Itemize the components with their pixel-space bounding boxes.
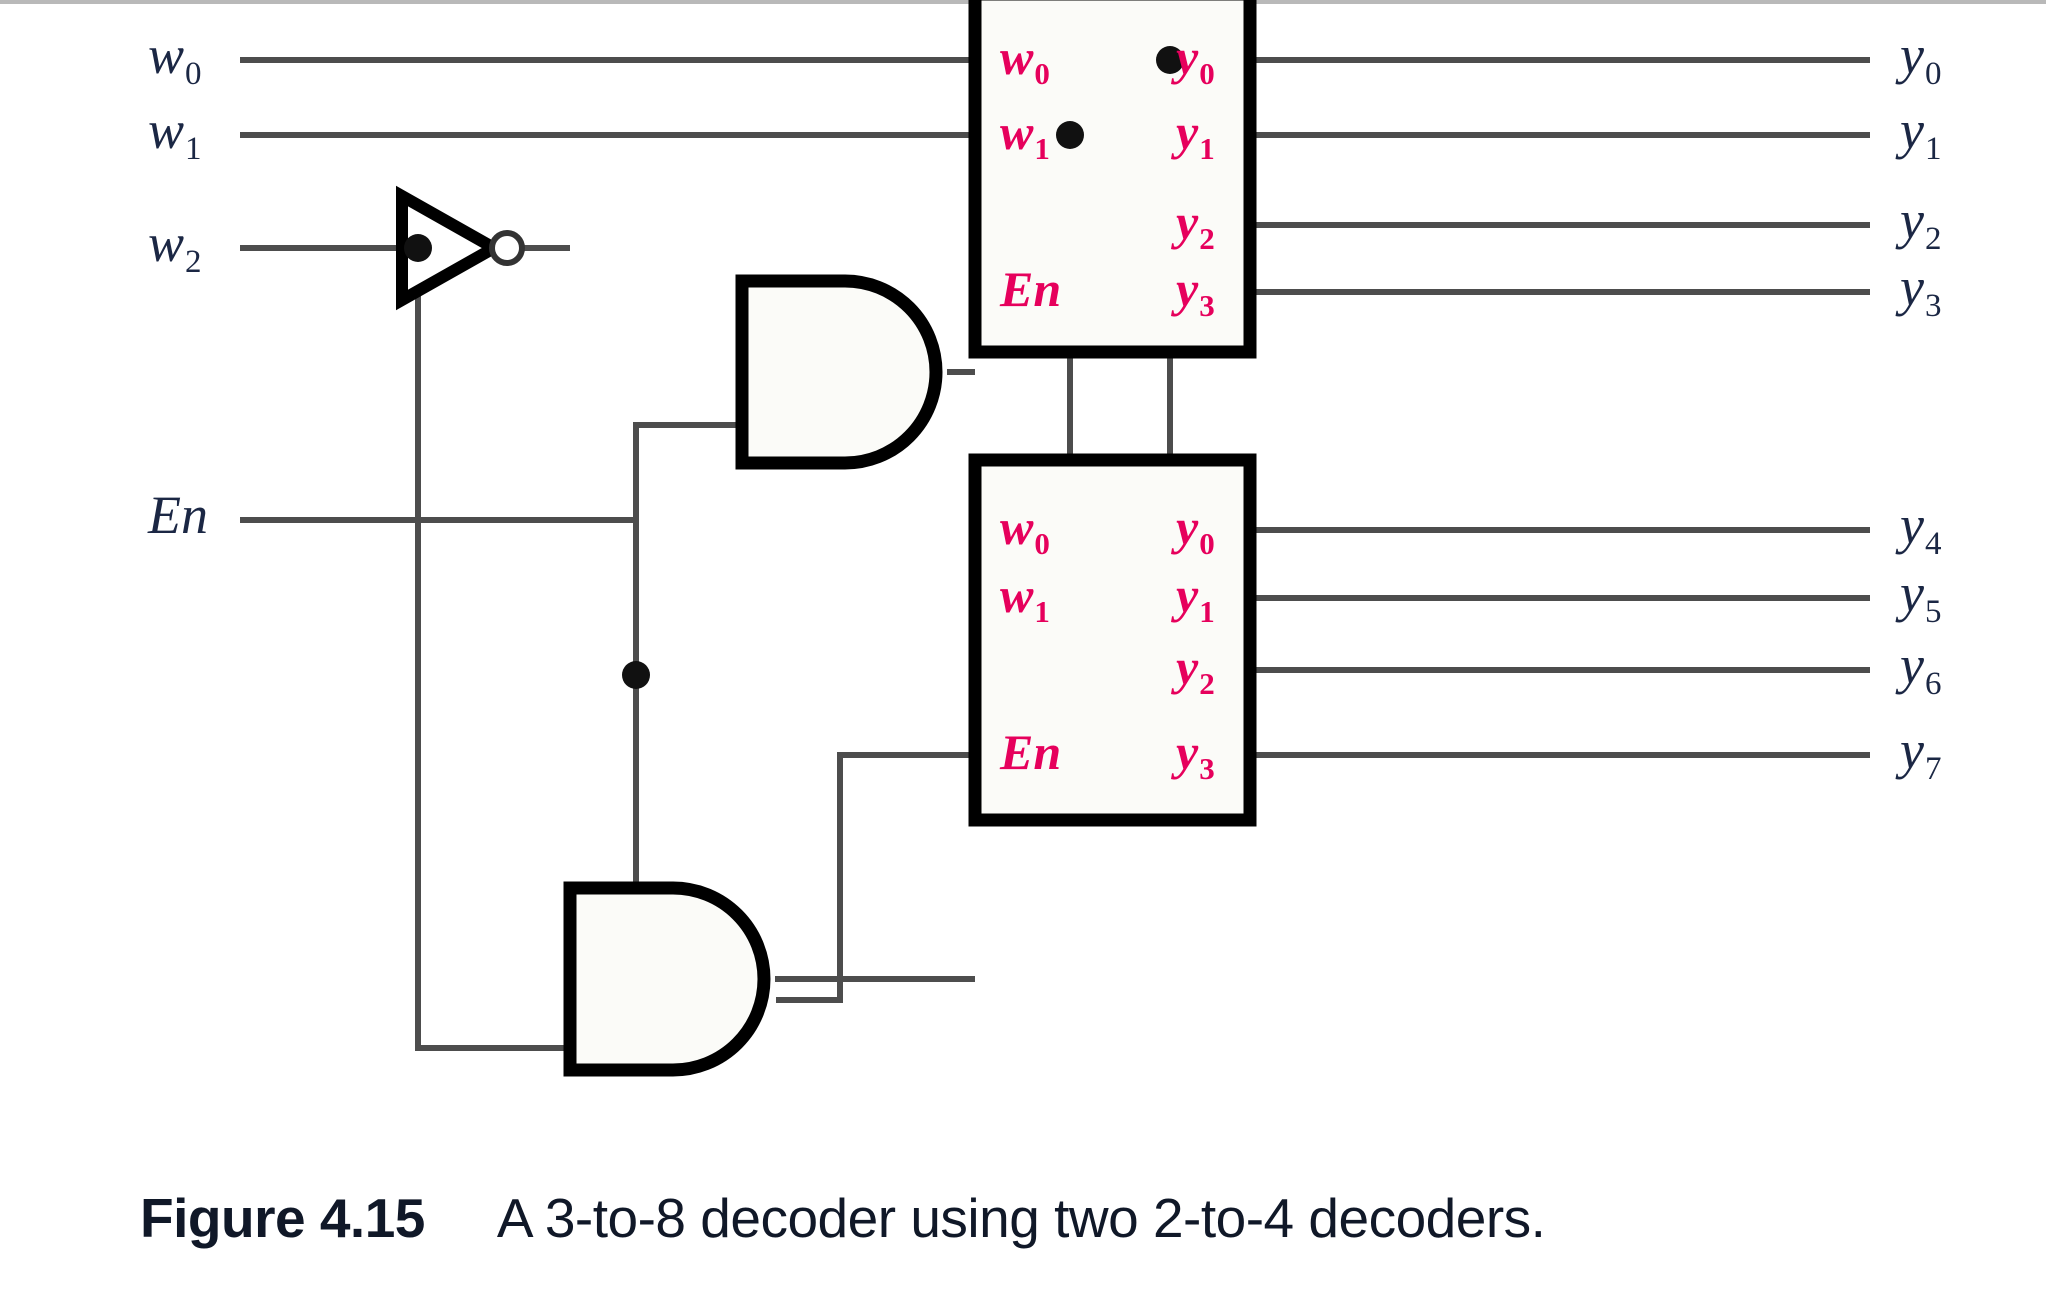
bottom-decoder-pin-en: En bbox=[1000, 724, 1062, 780]
output-label-y0: y0 bbox=[1900, 25, 1942, 92]
output-label-y3: y3 bbox=[1900, 257, 1942, 324]
output-label-y5: y5 bbox=[1900, 563, 1942, 630]
bottom-decoder-pin-y0: y0 bbox=[1176, 499, 1215, 561]
bottom-decoder-pin-y2: y2 bbox=[1176, 639, 1215, 701]
output-label-y2: y2 bbox=[1900, 190, 1942, 257]
output-label-y6: y6 bbox=[1900, 635, 1942, 702]
figure-caption: Figure 4.15 A 3-to-8 decoder using two 2-… bbox=[140, 1186, 1546, 1250]
output-label-y1: y1 bbox=[1900, 100, 1942, 167]
bottom-decoder-pin-w0: w0 bbox=[1000, 499, 1050, 561]
top-decoder-pin-y3: y3 bbox=[1176, 261, 1215, 323]
circuit-wiring-overlay bbox=[0, 0, 2046, 1310]
output-label-y7: y7 bbox=[1900, 720, 1942, 787]
top-decoder-pin-w1: w1 bbox=[1000, 104, 1050, 166]
figure-caption-text: A 3-to-8 decoder using two 2-to-4 decode… bbox=[496, 1187, 1546, 1249]
input-label-en: En bbox=[148, 485, 208, 545]
figure-number: Figure 4.15 bbox=[140, 1187, 425, 1249]
input-label-w0: w0 bbox=[148, 25, 202, 92]
figure-canvas: w0 w1 w2 En w0 w1 En y0 y1 y2 y3 w0 w1 E… bbox=[0, 0, 2046, 1310]
top-decoder-pin-y0: y0 bbox=[1176, 29, 1215, 91]
top-decoder-pin-en: En bbox=[1000, 261, 1062, 317]
bottom-decoder-pin-y3: y3 bbox=[1176, 724, 1215, 786]
output-label-y4: y4 bbox=[1900, 495, 1942, 562]
top-decoder-pin-y1: y1 bbox=[1176, 104, 1215, 166]
bottom-decoder-pin-y1: y1 bbox=[1176, 567, 1215, 629]
bottom-decoder-pin-w1: w1 bbox=[1000, 567, 1050, 629]
top-decoder-pin-y2: y2 bbox=[1176, 194, 1215, 256]
input-label-w2: w2 bbox=[148, 213, 202, 280]
top-decoder-pin-w0: w0 bbox=[1000, 29, 1050, 91]
input-label-w1: w1 bbox=[148, 100, 202, 167]
